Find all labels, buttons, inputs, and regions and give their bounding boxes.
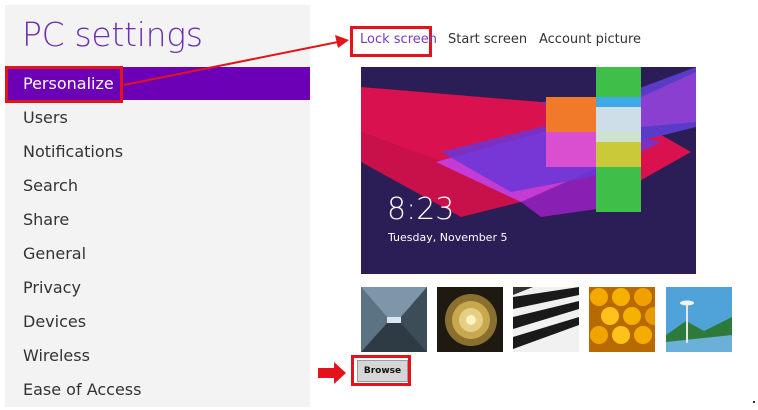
- lock-screen-preview: 8:23 Tuesday, November 5: [361, 67, 696, 274]
- sidebar-item-devices[interactable]: Devices: [5, 305, 310, 338]
- sidebar-item-users[interactable]: Users: [5, 101, 310, 134]
- browse-button[interactable]: Browse: [357, 360, 408, 382]
- tab-account-picture[interactable]: Account picture: [539, 32, 641, 47]
- sidebar-item-ease-of-access[interactable]: Ease of Access: [5, 373, 310, 406]
- personalize-highlight-box: [5, 66, 123, 103]
- lock-screen-time: 8:23: [387, 192, 455, 227]
- sidebar-item-notifications[interactable]: Notifications: [5, 135, 310, 168]
- sidebar-item-general[interactable]: General: [5, 237, 310, 270]
- stray-dot: [753, 401, 755, 403]
- tab-start-screen[interactable]: Start screen: [448, 32, 527, 47]
- thumbnail-nautilus-shell[interactable]: [437, 287, 503, 352]
- thumbnail-piano-keys[interactable]: [513, 287, 579, 352]
- sidebar-item-wireless[interactable]: Wireless: [5, 339, 310, 372]
- sidebar-item-privacy[interactable]: Privacy: [5, 271, 310, 304]
- lock-screen-date: Tuesday, November 5: [388, 231, 508, 244]
- page-title: PC settings: [22, 15, 203, 54]
- thumbnail-tunnel[interactable]: [361, 287, 427, 352]
- sidebar-item-share[interactable]: Share: [5, 203, 310, 236]
- sidebar-item-search[interactable]: Search: [5, 169, 310, 202]
- thumbnail-honeycomb[interactable]: [589, 287, 655, 352]
- tab-lock-screen[interactable]: Lock screen: [360, 32, 437, 47]
- thumbnail-space-needle[interactable]: [666, 287, 732, 352]
- arrow-right-icon: [318, 362, 346, 384]
